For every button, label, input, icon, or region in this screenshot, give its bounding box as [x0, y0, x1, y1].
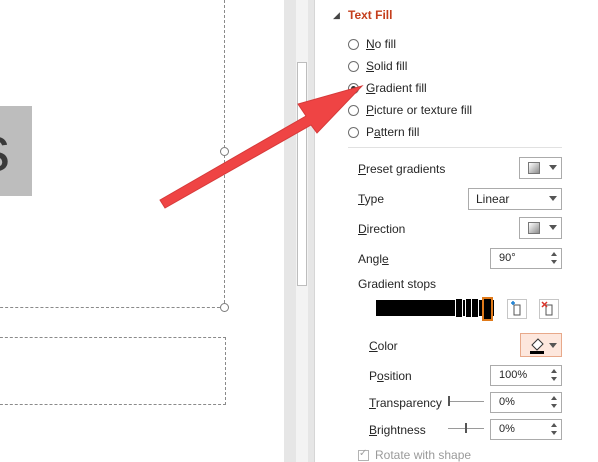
chevron-down-icon [549, 165, 557, 170]
radio-label: Picture or texture fill [366, 103, 473, 117]
gradient-stop-selected[interactable] [482, 297, 493, 321]
color-label: Color [369, 339, 398, 353]
type-value: Linear [476, 192, 510, 206]
spin-down-icon[interactable] [551, 431, 557, 435]
rotate-label: Rotate with shape [375, 448, 472, 462]
transparency-value: 0% [499, 396, 515, 408]
paint-bucket-icon [530, 338, 544, 354]
radio-icon[interactable] [348, 126, 359, 138]
radio-picture-fill[interactable]: Picture or texture fill [348, 101, 472, 119]
scrollbar-thumb[interactable] [297, 62, 307, 286]
add-stop-icon [511, 301, 521, 316]
chevron-down-icon [549, 225, 557, 230]
direction-swatch-icon [528, 222, 540, 234]
transparency-slider-track[interactable] [448, 401, 484, 402]
spin-up-icon[interactable] [551, 423, 557, 427]
spin-down-icon[interactable] [551, 260, 557, 264]
position-value: 100% [499, 369, 528, 381]
placeholder-box[interactable] [0, 337, 226, 405]
gradient-stops-label: Gradient stops [358, 277, 437, 291]
spin-up-icon[interactable] [551, 252, 557, 256]
angle-spinner[interactable]: 90° [490, 248, 562, 269]
angle-label: Angle [358, 252, 389, 266]
radio-icon[interactable] [348, 104, 359, 116]
transparency-slider-thumb[interactable] [448, 396, 450, 406]
add-gradient-stop-button[interactable] [507, 299, 527, 319]
spin-up-icon[interactable] [551, 369, 557, 373]
radio-icon[interactable] [348, 60, 359, 72]
section-title-text-fill[interactable]: Text Fill [348, 8, 392, 22]
radio-pattern-fill[interactable]: Pattern fill [348, 123, 419, 141]
gradient-swatch-icon [528, 162, 540, 174]
transparency-label: Transparency [369, 396, 442, 410]
preset-gradients-dropdown[interactable] [519, 157, 562, 179]
type-dropdown[interactable]: Linear [468, 188, 562, 210]
radio-gradient-fill[interactable]: Gradient fill [348, 79, 427, 97]
brightness-spinner[interactable]: 0% [490, 419, 562, 440]
radio-label: Solid fill [366, 59, 408, 73]
radio-label: Gradient fill [366, 81, 427, 95]
collapse-triangle-icon[interactable]: ◢ [333, 10, 340, 21]
brightness-label: Brightness [369, 423, 426, 437]
divider [348, 147, 562, 148]
resize-handle-bottom-right[interactable] [220, 303, 229, 312]
chevron-down-icon [549, 343, 557, 348]
gradient-stop-1[interactable] [455, 298, 463, 318]
type-label: Type [358, 192, 385, 206]
selection-frame [0, 0, 225, 308]
radio-solid-fill[interactable]: Solid fill [348, 57, 407, 75]
direction-dropdown[interactable] [519, 217, 562, 239]
checkbox-icon[interactable] [358, 448, 369, 461]
radio-icon[interactable] [348, 38, 359, 50]
chevron-down-icon [549, 196, 557, 201]
spin-down-icon[interactable] [551, 377, 557, 381]
radio-label: Pattern fill [366, 125, 420, 139]
preset-gradients-label: Preset gradients [358, 162, 446, 176]
rotate-with-shape-checkbox[interactable]: Rotate with shape [358, 448, 471, 462]
position-spinner[interactable]: 100% [490, 365, 562, 386]
remove-stop-icon [541, 301, 553, 316]
transparency-spinner[interactable]: 0% [490, 392, 562, 413]
color-picker-button[interactable] [520, 333, 562, 357]
spin-down-icon[interactable] [551, 404, 557, 408]
angle-value: 90° [499, 252, 516, 264]
remove-gradient-stop-button[interactable] [539, 299, 559, 319]
direction-label: Direction [358, 222, 406, 236]
brightness-slider-thumb[interactable] [465, 423, 467, 433]
radio-icon-selected[interactable] [348, 82, 359, 94]
resize-handle-right[interactable] [220, 147, 229, 156]
radio-no-fill[interactable]: No fill [348, 35, 396, 53]
position-label: Position [369, 369, 412, 383]
brightness-value: 0% [499, 423, 515, 435]
spin-up-icon[interactable] [551, 396, 557, 400]
gradient-stop-3[interactable] [471, 298, 479, 318]
radio-label: No fill [366, 37, 397, 51]
